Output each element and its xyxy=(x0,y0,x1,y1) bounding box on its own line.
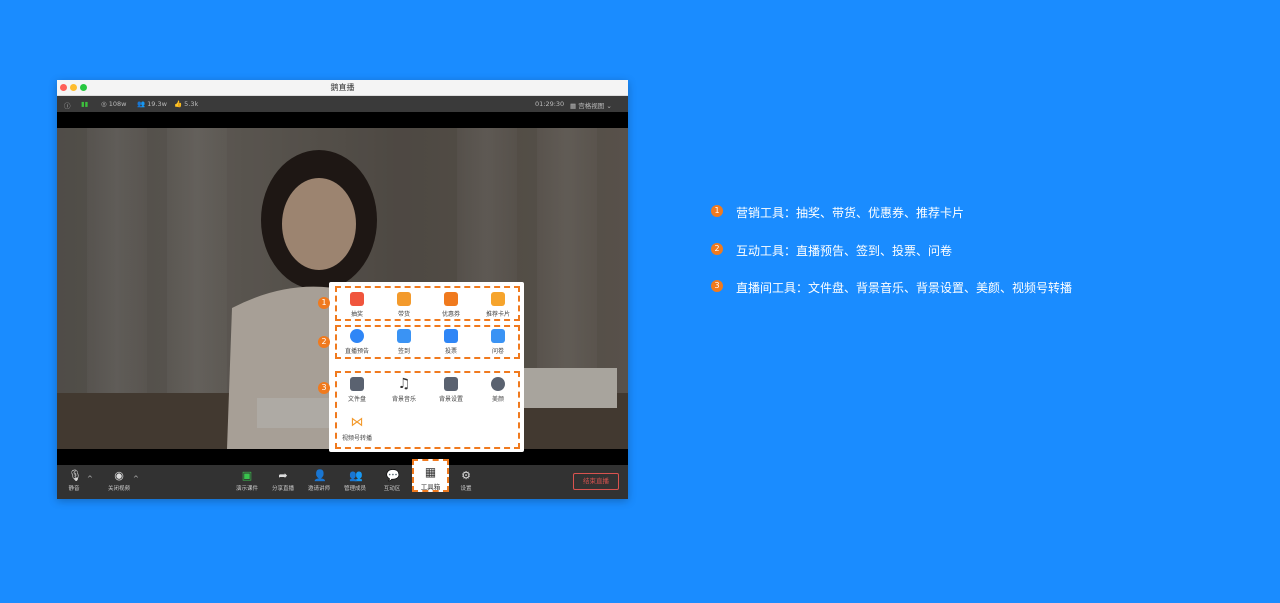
tool-channels-relay[interactable]: ⋈ 视频号转播 xyxy=(337,415,377,443)
tool-coupon-label: 优惠券 xyxy=(441,311,460,318)
signal-icon: ▮▮ xyxy=(81,100,89,108)
face-icon xyxy=(491,377,505,391)
tool-checkin[interactable]: 签到 xyxy=(384,329,424,355)
coupon-icon xyxy=(444,292,458,306)
like-icon: 👍 xyxy=(174,100,183,108)
grid-icon: ▦ xyxy=(424,465,437,479)
legend-text-1: 营销工具：抽奖、带货、优惠券、推荐卡片 xyxy=(736,206,965,220)
chat-icon: 💬 xyxy=(386,469,400,482)
toolbox-button[interactable]: ▦ 工具箱 xyxy=(412,459,449,492)
title-bar: 鹅直播 xyxy=(57,80,628,96)
tool-files[interactable]: 文件盘 xyxy=(337,377,377,403)
add-user-icon: 👤 xyxy=(313,469,327,482)
tool-vote[interactable]: 投票 xyxy=(431,329,471,355)
layout-switch[interactable]: ▦ 宫格视图 ⌄ xyxy=(570,100,612,110)
mic-options-chevron-icon[interactable]: ^ xyxy=(87,475,93,483)
tool-lottery-label: 抽奖 xyxy=(350,311,363,318)
card-icon xyxy=(491,292,505,306)
camera-label: 关闭视频 xyxy=(107,486,130,492)
document-icon xyxy=(491,329,505,343)
music-note-icon: ♫ xyxy=(397,376,411,392)
section-badge-3: 3 xyxy=(318,382,330,394)
tool-sell-label: 带货 xyxy=(397,311,410,318)
tool-coupon[interactable]: 优惠券 xyxy=(431,292,471,318)
section-badge-2: 2 xyxy=(318,336,330,348)
check-icon xyxy=(397,329,411,343)
interact-label: 互动区 xyxy=(383,486,401,492)
legend-badge-1: 1 xyxy=(711,205,723,217)
tool-checkin-label: 签到 xyxy=(397,348,410,355)
tool-card[interactable]: 推荐卡片 xyxy=(478,292,518,318)
tool-beauty[interactable]: 美颜 xyxy=(478,377,518,403)
grid-icon: ▦ xyxy=(570,102,577,110)
tool-music[interactable]: ♫ 背景音乐 xyxy=(384,377,424,403)
live-timer: 01:29:30 xyxy=(535,100,565,108)
mute-label: 静音 xyxy=(68,486,80,492)
info-bar: ⓘ ▮▮ ◎ 108w 👥 19.3w 👍 5.3k 01:29:30 ▦ 宫格… xyxy=(57,96,628,112)
tool-card-label: 推荐卡片 xyxy=(485,311,510,318)
bar-chart-icon xyxy=(444,329,458,343)
online-icon: 👥 xyxy=(137,100,146,108)
present-label: 演示课件 xyxy=(235,486,258,492)
present-button[interactable]: ▣ 演示课件 xyxy=(230,469,264,493)
members-button[interactable]: 👥 管理成员 xyxy=(338,469,372,493)
tool-beauty-label: 美颜 xyxy=(491,396,504,403)
viewers-count: 108w xyxy=(108,100,127,108)
chevron-down-icon: ⌄ xyxy=(606,102,612,110)
interact-button[interactable]: 💬 互动区 xyxy=(375,469,409,493)
legend-text-3: 直播间工具：文件盘、背景音乐、背景设置、美颜、视频号转播 xyxy=(736,281,1073,295)
tool-preview-label: 直播预告 xyxy=(344,348,369,355)
toolbox-label: 工具箱 xyxy=(420,483,441,491)
legend-badge-3: 3 xyxy=(711,280,723,292)
users-icon: 👥 xyxy=(349,469,363,482)
tool-vote-label: 投票 xyxy=(444,348,457,355)
share-label: 分享直播 xyxy=(271,486,294,492)
section-badge-1: 1 xyxy=(318,297,330,309)
online-count: 19.3w xyxy=(147,100,167,108)
camera-button[interactable]: ◉ 关闭视频 xyxy=(102,469,136,493)
settings-label: 设置 xyxy=(460,486,472,492)
tool-channels-relay-label: 视频号转播 xyxy=(341,435,372,442)
channels-icon: ⋈ xyxy=(350,415,364,430)
legend-text-2: 互动工具：直播预告、签到、投票、问卷 xyxy=(736,244,953,258)
members-label: 管理成员 xyxy=(343,486,366,492)
gift-icon xyxy=(350,292,364,306)
folder-icon xyxy=(350,377,364,391)
tool-sell[interactable]: 带货 xyxy=(384,292,424,318)
legend-badge-2: 2 xyxy=(711,243,723,255)
invite-label: 邀请讲师 xyxy=(307,486,330,492)
invite-button[interactable]: 👤 邀请讲师 xyxy=(302,469,336,493)
settings-button[interactable]: ⚙ 设置 xyxy=(449,469,483,493)
image-icon xyxy=(444,377,458,391)
tool-background[interactable]: 背景设置 xyxy=(431,377,471,403)
clock-icon xyxy=(350,329,364,343)
tool-preview[interactable]: 直播预告 xyxy=(337,329,377,355)
gear-icon: ⚙ xyxy=(461,469,471,482)
share-icon: ➦ xyxy=(278,469,288,482)
bottom-toolbar: 🎙 静音 ^ ◉ 关闭视频 ^ ▣ 演示课件 ➦ 分享直播 👤 邀请讲师 👥 管… xyxy=(57,459,628,499)
info-icon[interactable]: ⓘ xyxy=(64,100,71,110)
presentation-icon: ▣ xyxy=(241,469,253,482)
tool-background-label: 背景设置 xyxy=(438,396,463,403)
window-title: 鹅直播 xyxy=(330,83,355,92)
tool-music-label: 背景音乐 xyxy=(391,396,416,403)
microphone-icon: 🎙 xyxy=(68,469,82,482)
toolbox-panel: 1 抽奖 带货 优惠券 推荐卡片 2 直播预告 签到 投票 问卷 3 文件盘 ♫ xyxy=(318,282,524,452)
tool-survey[interactable]: 问卷 xyxy=(478,329,518,355)
shopping-bag-icon xyxy=(397,292,411,306)
mute-button[interactable]: 🎙 静音 xyxy=(57,469,91,493)
tool-survey-label: 问卷 xyxy=(491,348,504,355)
viewers-icon: ◎ xyxy=(101,100,107,108)
tool-lottery[interactable]: 抽奖 xyxy=(337,292,377,318)
layout-label: 宫格视图 xyxy=(578,102,605,110)
camera-icon: ◉ xyxy=(114,469,124,482)
end-live-button[interactable]: 结束直播 xyxy=(573,473,619,490)
share-button[interactable]: ➦ 分享直播 xyxy=(266,469,300,493)
likes-count: 5.3k xyxy=(184,100,199,108)
camera-options-chevron-icon[interactable]: ^ xyxy=(133,475,139,483)
tool-files-label: 文件盘 xyxy=(347,396,366,403)
